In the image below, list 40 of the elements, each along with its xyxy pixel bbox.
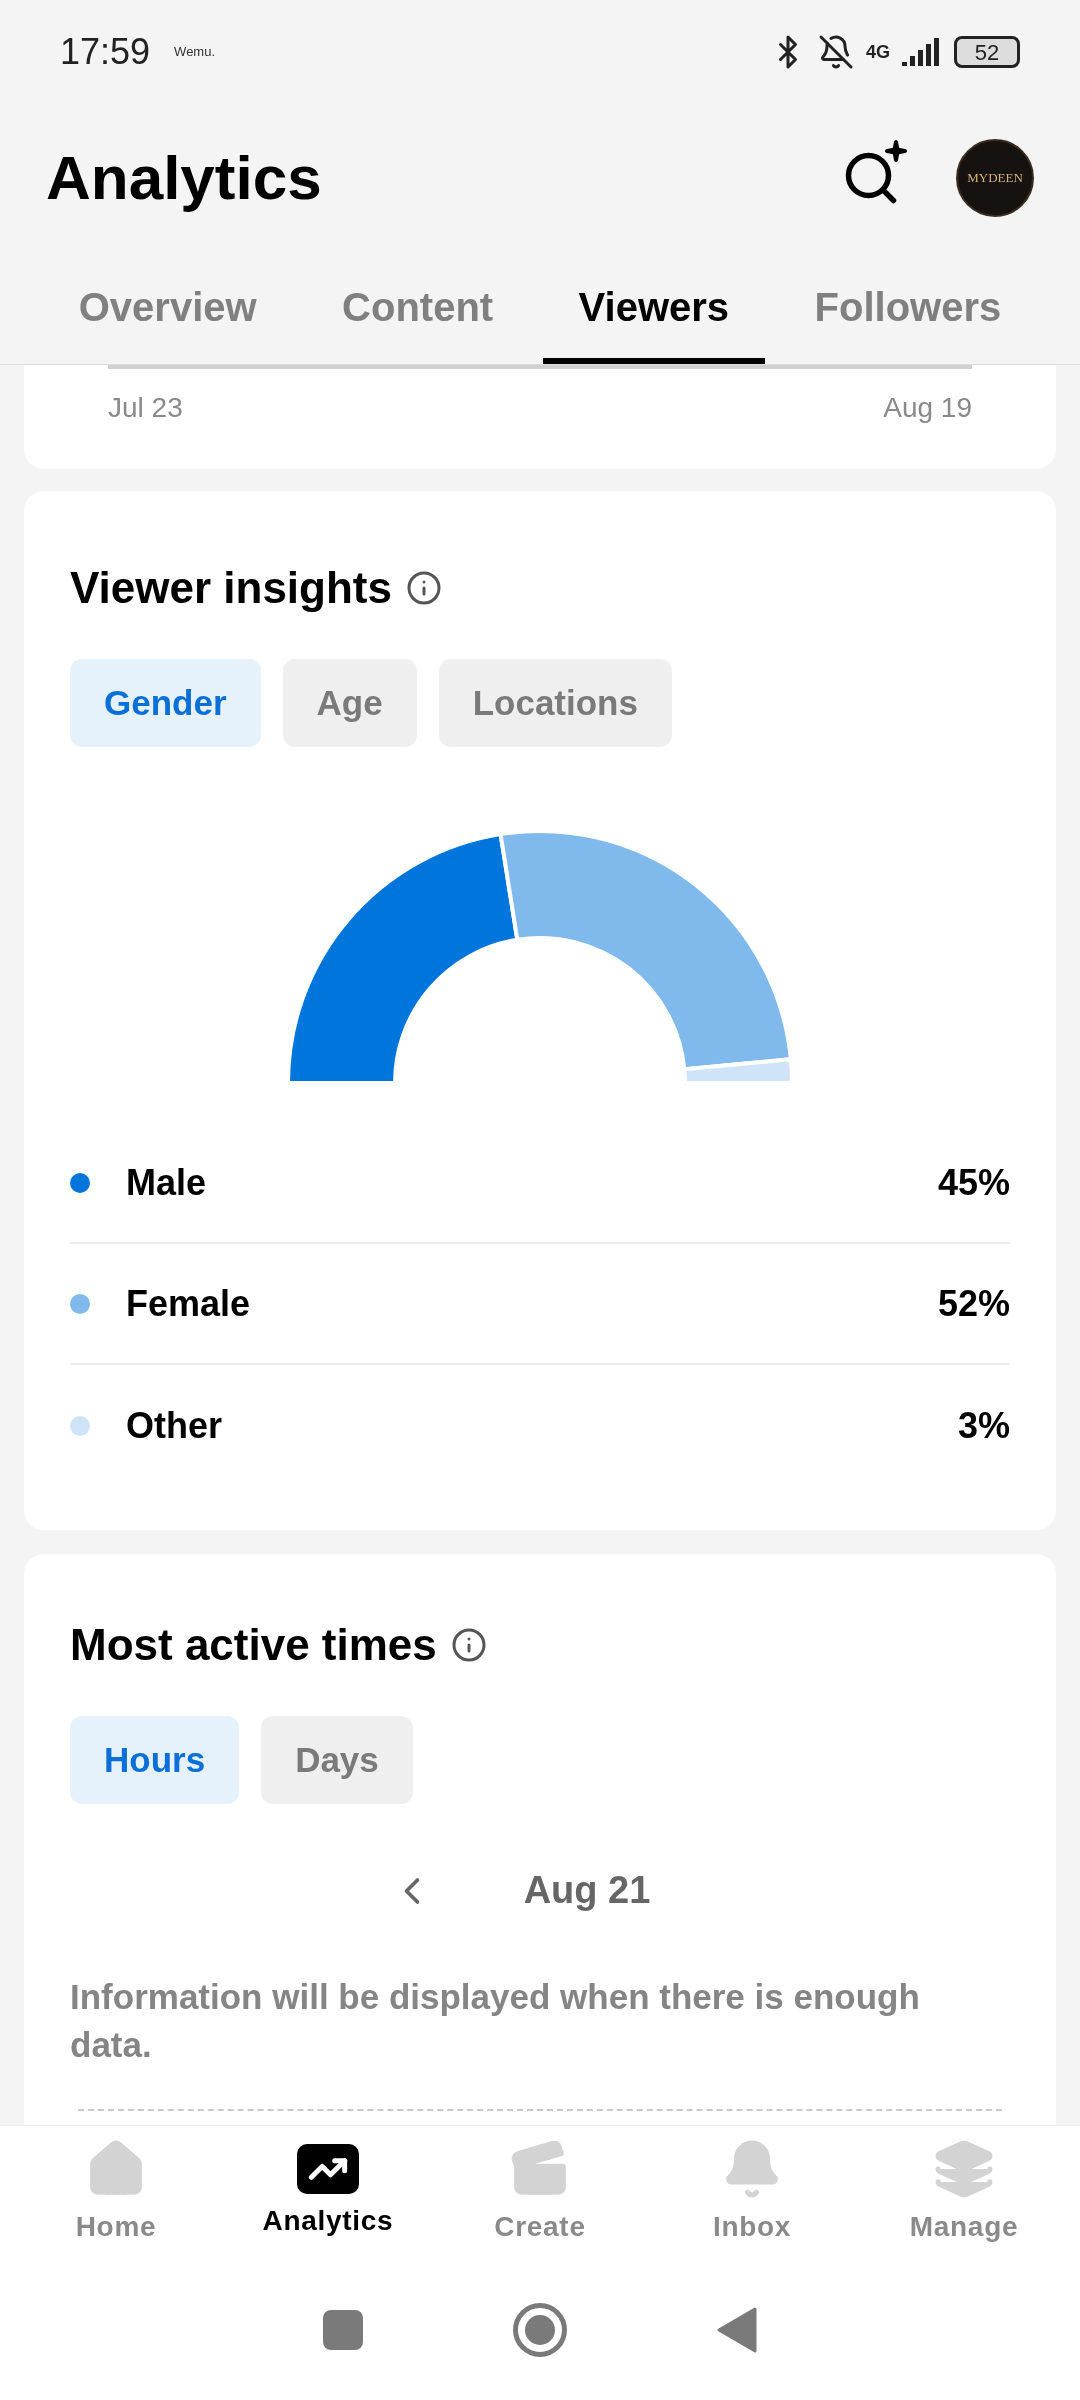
profile-avatar[interactable]: MYDEEN: [956, 138, 1034, 217]
signal-icon: [902, 38, 942, 66]
axis-date: Aug 19: [883, 391, 972, 425]
recents-button[interactable]: [323, 2310, 363, 2350]
back-button[interactable]: [717, 2307, 757, 2353]
filter-chip[interactable]: Days: [261, 1716, 413, 1804]
nav-item[interactable]: Home: [21, 2138, 211, 2248]
filter-chip[interactable]: Gender: [70, 659, 261, 747]
legend-value: 52%: [937, 1281, 1010, 1326]
muted-bell-icon: [818, 34, 854, 70]
network-label: 4G: [866, 40, 890, 64]
axis-date: Jul 23: [108, 391, 183, 425]
legend-value: 3%: [957, 1403, 1010, 1448]
current-date: Aug 21: [523, 1868, 651, 1913]
legend-label: Male: [126, 1160, 208, 1205]
empty-message: Information will be displayed when there is enough data.: [70, 1976, 921, 2066]
page-title: Analytics: [46, 142, 322, 214]
home-button[interactable]: [513, 2303, 567, 2357]
nav-item[interactable]: Manage: [869, 2138, 1059, 2248]
tab[interactable]: Content: [306, 255, 530, 364]
info-icon[interactable]: [405, 570, 442, 606]
card-title: Viewer insights: [70, 562, 392, 614]
battery-icon: 52: [954, 36, 1020, 68]
carrier-logo: Wemu.: [174, 43, 216, 62]
status-time: 17:59: [60, 30, 151, 74]
nav-item[interactable]: Inbox: [657, 2138, 847, 2248]
tab[interactable]: Overview: [42, 255, 293, 364]
legend-label: Female: [126, 1281, 252, 1326]
info-icon[interactable]: [450, 1627, 487, 1663]
tab[interactable]: Followers: [778, 255, 1038, 364]
layers-icon: [933, 2138, 995, 2200]
legend-label: Other: [126, 1403, 223, 1448]
filter-chip[interactable]: Locations: [438, 659, 672, 747]
filter-chip[interactable]: Hours: [70, 1716, 240, 1804]
nav-item[interactable]: Create: [445, 2138, 635, 2248]
card-title: Most active times: [70, 1619, 437, 1671]
nav-item[interactable]: Analytics: [233, 2144, 423, 2242]
chart-icon: [297, 2144, 359, 2194]
legend-value: 45%: [937, 1160, 1010, 1205]
filter-chip[interactable]: Age: [282, 659, 417, 747]
